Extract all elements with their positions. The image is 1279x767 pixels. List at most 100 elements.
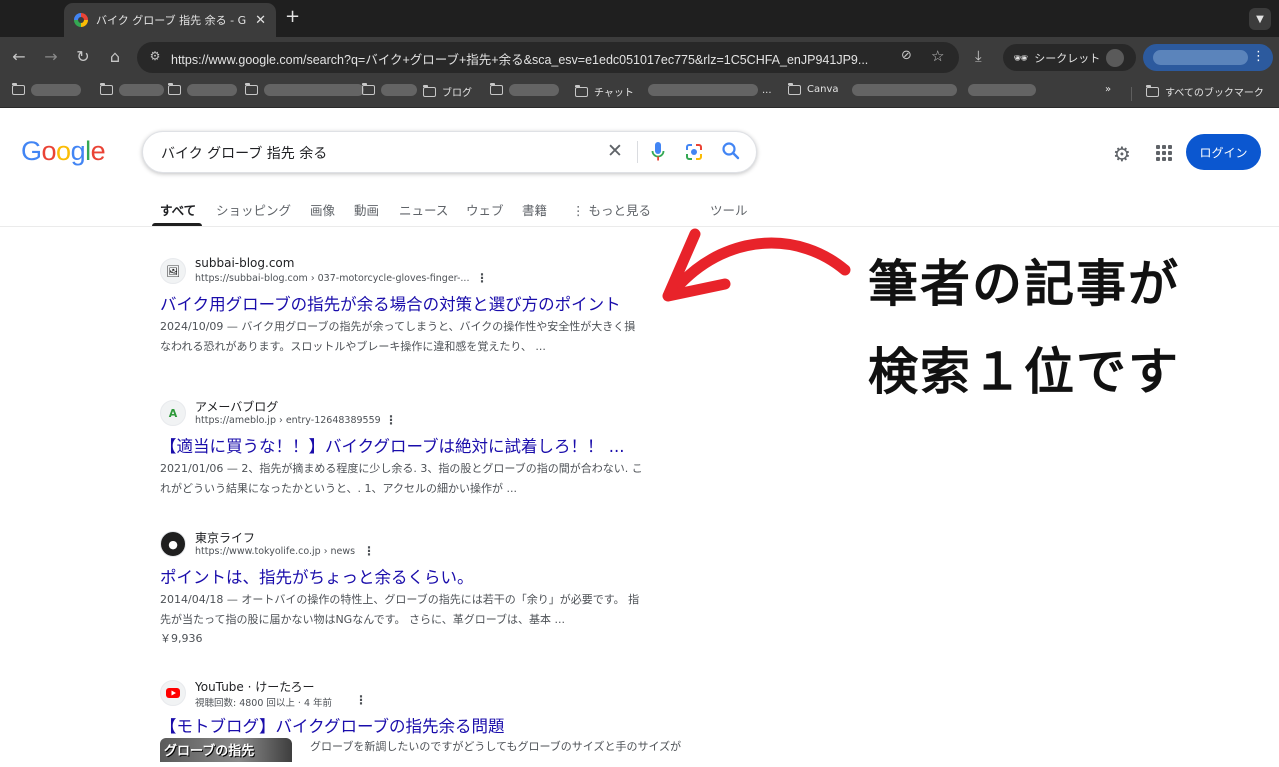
bookmark-folder[interactable] bbox=[168, 83, 237, 96]
more-dots-icon: ⋮ bbox=[572, 203, 589, 218]
bookmark-label: チャット bbox=[594, 88, 634, 99]
result-title[interactable]: 【適当に買うな！！】バイクグローブは絶対に試着しろ！！ ... bbox=[160, 433, 625, 457]
bookmark-folder-chat[interactable]: チャット bbox=[575, 84, 634, 99]
download-icon[interactable]: ⤓ bbox=[975, 47, 982, 65]
folder-icon bbox=[12, 83, 25, 95]
youtube-favicon-icon bbox=[160, 680, 186, 706]
result-title[interactable]: 【モトブログ】バイクグローブの指先余る問題 bbox=[160, 713, 505, 737]
snippet-line: なわれる恐れがあります。スロットルやブレーキ操作に違和感を覚えたり、 ... bbox=[160, 340, 546, 353]
address-bar-url[interactable]: https://www.google.com/search?q=バイク+グローブ… bbox=[171, 49, 891, 68]
bookmark-item[interactable] bbox=[852, 84, 957, 96]
bookmark-item[interactable] bbox=[968, 84, 1036, 96]
profile-button[interactable]: ⋮ bbox=[1143, 44, 1273, 71]
bookmark-folder[interactable] bbox=[12, 83, 81, 96]
annotation-line: 検索１位です bbox=[868, 343, 1180, 401]
bookmark-item[interactable]: ... bbox=[648, 84, 772, 96]
bookmark-folder-blog[interactable]: ブログ bbox=[423, 84, 472, 99]
bookmarks-bar: ブログ チャット ... Canva » すべてのブックマーク bbox=[0, 78, 1279, 108]
incognito-count-badge bbox=[1106, 48, 1125, 67]
search-icon[interactable] bbox=[721, 141, 741, 165]
eye-slash-icon[interactable]: ⊘ bbox=[901, 48, 912, 63]
folder-icon bbox=[490, 83, 503, 95]
folder-icon bbox=[362, 83, 375, 95]
reload-icon[interactable]: ↻ bbox=[73, 47, 93, 67]
result-site-name[interactable]: YouTube · けーたろー bbox=[195, 678, 315, 695]
address-bar[interactable]: ⚙ https://www.google.com/search?q=バイク+グロ… bbox=[137, 42, 959, 73]
close-tab-icon[interactable]: ✕ bbox=[255, 13, 266, 28]
result-title[interactable]: バイク用グローブの指先が余る場合の対策と選び方のポイント bbox=[160, 291, 621, 315]
result-title[interactable]: ポイントは、指先がちょっと余るくらい。 bbox=[160, 564, 474, 588]
new-tab-icon[interactable]: + bbox=[285, 8, 300, 26]
google-apps-icon[interactable] bbox=[1156, 145, 1172, 161]
settings-gear-icon[interactable]: ⚙ bbox=[1113, 142, 1131, 166]
bookmark-folder[interactable] bbox=[490, 83, 559, 96]
search-box[interactable]: バイク グローブ 指先 余る ✕ bbox=[142, 131, 757, 173]
result-site-name[interactable]: アメーバブログ bbox=[195, 398, 278, 415]
login-button[interactable]: ログイン bbox=[1186, 134, 1261, 170]
result-menu-icon[interactable]: ⋮ bbox=[355, 693, 367, 707]
tab-web[interactable]: ウェブ bbox=[466, 200, 504, 219]
microphone-icon[interactable] bbox=[651, 141, 665, 167]
tokyolife-favicon-icon: ● bbox=[160, 531, 186, 557]
tab-title: バイク グローブ 指先 余る - Goo bbox=[96, 14, 246, 27]
folder-icon bbox=[575, 84, 588, 97]
google-lens-icon[interactable] bbox=[684, 142, 704, 166]
result-site-name[interactable]: 東京ライフ bbox=[195, 529, 255, 546]
folder-icon bbox=[1146, 84, 1159, 97]
folder-icon bbox=[788, 82, 801, 95]
result-url[interactable]: https://www.tokyolife.co.jp › news bbox=[195, 546, 355, 557]
bookmark-folder[interactable] bbox=[100, 83, 164, 96]
snippet-line: 2014/04/18 — オートバイの操作の特性上、グローブの指先には若干の「余… bbox=[160, 593, 640, 606]
result-menu-icon[interactable]: ⋮ bbox=[476, 271, 488, 285]
tab-images[interactable]: 画像 bbox=[310, 200, 335, 219]
back-arrow-icon[interactable]: ← bbox=[9, 47, 29, 67]
bookmark-folder[interactable] bbox=[362, 83, 417, 96]
tab-books[interactable]: 書籍 bbox=[522, 200, 547, 219]
snippet-line: 2021/01/06 — 2、指先が摘まめる程度に少し余る. 3、指の股とグロー… bbox=[160, 462, 643, 475]
site-info-icon[interactable]: ⚙ bbox=[147, 49, 163, 65]
tab-search-chevron-icon[interactable]: ▼ bbox=[1249, 8, 1271, 30]
tab-shopping[interactable]: ショッピング bbox=[216, 200, 291, 219]
annotation-line: 筆者の記事が bbox=[868, 255, 1180, 313]
logo-letter: g bbox=[70, 136, 86, 166]
result-url[interactable]: https://ameblo.jp › entry-12648389559 bbox=[195, 415, 381, 426]
tab-tools[interactable]: ツール bbox=[710, 200, 748, 219]
result-snippet: 2021/01/06 — 2、指先が摘まめる程度に少し余る. 3、指の股とグロー… bbox=[160, 459, 700, 499]
bookmark-label: ブログ bbox=[442, 88, 472, 99]
logo-letter: o bbox=[56, 136, 71, 166]
site-favicon-icon: 🖼 bbox=[160, 258, 186, 284]
tab-more-label: もっと見る bbox=[588, 203, 651, 218]
incognito-label: シークレット bbox=[1034, 51, 1101, 65]
tab-news[interactable]: ニュース bbox=[399, 200, 448, 219]
snippet-line: 先が当たって指の股に届かない物はNGなんです。 さらに、革グローブは、基本 ..… bbox=[160, 613, 566, 626]
snippet-line: 2024/10/09 — バイク用グローブの指先が余ってしまうと、バイクの操作性… bbox=[160, 320, 636, 333]
google-favicon-icon bbox=[74, 13, 88, 27]
browser-tab[interactable]: バイク グローブ 指先 余る - Goo ✕ bbox=[64, 3, 276, 37]
incognito-indicator[interactable]: 🕶 シークレット bbox=[1003, 44, 1136, 71]
result-snippet: 2014/04/18 — オートバイの操作の特性上、グローブの指先には若干の「余… bbox=[160, 590, 700, 630]
tab-all[interactable]: すべて bbox=[160, 200, 196, 219]
incognito-icon: 🕶 bbox=[1013, 50, 1029, 65]
forward-arrow-icon[interactable]: → bbox=[41, 47, 61, 67]
result-url[interactable]: https://subbai-blog.com › 037-motorcycle… bbox=[195, 273, 469, 284]
tab-videos[interactable]: 動画 bbox=[354, 200, 379, 219]
bookmark-star-icon[interactable]: ☆ bbox=[931, 47, 944, 65]
all-bookmarks-folder[interactable]: すべてのブックマーク bbox=[1146, 84, 1264, 99]
bookmark-label-blurred bbox=[264, 84, 364, 96]
kebab-menu-icon[interactable]: ⋮ bbox=[1252, 49, 1265, 64]
result-site-name[interactable]: subbai-blog.com bbox=[195, 256, 294, 270]
more-bookmarks-chevron-icon[interactable]: » bbox=[1105, 84, 1111, 95]
home-icon[interactable]: ⌂ bbox=[105, 47, 125, 67]
tab-strip: バイク グローブ 指先 余る - Goo ✕ + ▼ bbox=[0, 0, 1279, 37]
thumbnail-caption: グローブの指先 bbox=[164, 744, 255, 759]
tab-more[interactable]: ⋮ もっと見る bbox=[572, 200, 651, 219]
clear-search-icon[interactable]: ✕ bbox=[607, 140, 623, 162]
video-thumbnail[interactable]: グローブの指先 bbox=[160, 738, 292, 762]
result-menu-icon[interactable]: ⋮ bbox=[363, 544, 375, 558]
google-logo[interactable]: Google bbox=[21, 136, 106, 167]
profile-name-blurred bbox=[1153, 50, 1248, 65]
bookmark-folder-canva[interactable]: Canva bbox=[788, 82, 839, 95]
result-menu-icon[interactable]: ⋮ bbox=[385, 413, 397, 427]
bookmark-folder[interactable] bbox=[245, 83, 364, 96]
search-input[interactable]: バイク グローブ 指先 余る bbox=[161, 143, 327, 163]
